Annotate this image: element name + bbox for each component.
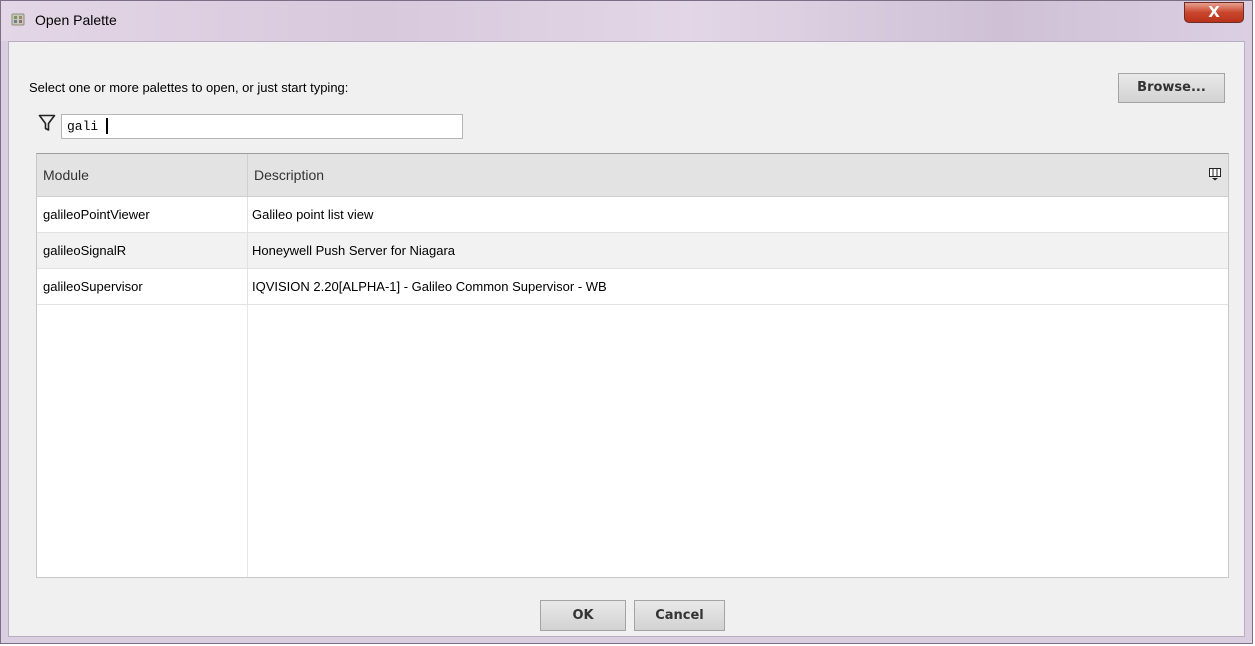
module-cell: galileoPointViewer xyxy=(37,197,248,232)
title-bar[interactable]: Open Palette X xyxy=(1,1,1252,41)
description-cell: Honeywell Push Server for Niagara xyxy=(252,243,456,258)
text-cursor xyxy=(106,118,108,134)
instruction-label: Select one or more palettes to open, or … xyxy=(29,80,349,95)
module-cell: galileoSignalR xyxy=(37,233,248,268)
column-header-description[interactable]: Description xyxy=(248,154,1198,196)
filter-funnel-icon xyxy=(38,114,56,131)
table-header: Module Description xyxy=(37,154,1228,197)
description-cell: Galileo point list view xyxy=(252,207,374,222)
column-header-module[interactable]: Module xyxy=(37,154,248,196)
column-chooser-icon[interactable] xyxy=(1209,168,1221,181)
description-cell: IQVISION 2.20[ALPHA-1] - Galileo Common … xyxy=(252,279,607,294)
window-title: Open Palette xyxy=(35,12,117,28)
palette-app-icon xyxy=(11,13,25,26)
module-cell: galileoSupervisor xyxy=(37,269,248,304)
table-row[interactable]: galileoSignalR Honeywell Push Server for… xyxy=(37,233,1228,269)
close-icon: X xyxy=(1208,3,1220,21)
ok-button[interactable]: OK xyxy=(540,600,626,631)
close-button[interactable]: X xyxy=(1184,2,1244,23)
filter-input[interactable] xyxy=(61,114,463,139)
cancel-button[interactable]: Cancel xyxy=(634,600,725,631)
table-row[interactable]: galileoPointViewer Galileo point list vi… xyxy=(37,197,1228,233)
browse-button[interactable]: Browse... xyxy=(1118,73,1225,103)
column-divider xyxy=(247,305,248,577)
table-row[interactable]: galileoSupervisor IQVISION 2.20[ALPHA-1]… xyxy=(37,269,1228,305)
palette-table: Module Description galileoPointViewer Ga… xyxy=(36,153,1229,578)
